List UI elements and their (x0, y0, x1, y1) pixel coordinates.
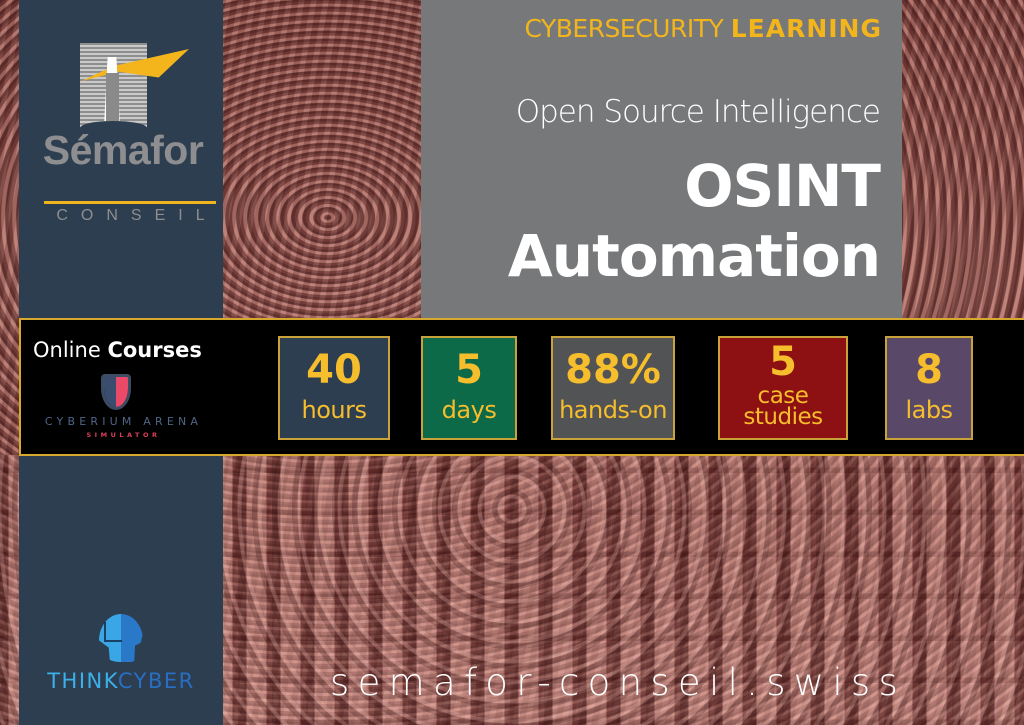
stat-labs: 8 labs (885, 336, 973, 440)
kicker-regular: CYBERSECURITY (524, 14, 724, 43)
online-courses-label: Online Courses (33, 338, 202, 362)
stat-hands-on: 88% hands-on (551, 336, 675, 440)
thinkcyber-cyber: CYBER (117, 669, 195, 693)
stat-case-studies: 5 case studies (718, 336, 848, 440)
stat-days: 5 days (421, 336, 517, 440)
kicker-heading: CYBERSECURITY LEARNING (524, 14, 882, 43)
stat-label: days (441, 396, 497, 424)
semafor-wordmark: Sémafor (42, 127, 204, 173)
stat-value: 5 (455, 347, 483, 393)
thinkcyber-logo[interactable]: THINKCYBER (19, 669, 223, 693)
online-regular: Online (33, 338, 101, 362)
cyberium-arena-logo-text[interactable]: CYBERIUM ARENA (21, 415, 226, 428)
logo-divider (44, 201, 216, 204)
conseil-wordmark: CONSEIL (56, 207, 218, 224)
stat-value: 5 (769, 339, 797, 385)
kicker-bold: LEARNING (730, 14, 882, 43)
online-bold: Courses (107, 338, 202, 362)
website-link[interactable]: semafor-conseil.swiss (330, 661, 906, 704)
stat-hours: 40 hours (278, 336, 390, 440)
stat-label: labs (905, 396, 953, 424)
semafor-logo[interactable]: Sémafor CONSEIL (19, 35, 223, 224)
course-subtitle: Open Source Intelligence (515, 94, 881, 130)
stat-label-line-2: studies (743, 404, 823, 431)
stat-label: case studies (743, 384, 823, 431)
title-panel: CYBERSECURITY LEARNING Open Source Intel… (421, 0, 902, 318)
stats-band: Online Courses CYBERIUM ARENA SIMULATOR … (19, 318, 1024, 456)
shield-icon (101, 374, 131, 410)
stat-value: 8 (915, 347, 943, 393)
cyberium-simulator-text: SIMULATOR (86, 431, 161, 439)
lighthouse-tower-shade (106, 73, 119, 121)
circuit-icon (104, 622, 122, 642)
shield-right-half (116, 377, 128, 407)
course-title-line-1: OSINT (684, 152, 881, 220)
course-title-line-2: Automation (507, 222, 881, 290)
stat-label: hands-on (559, 396, 667, 424)
shield-left-half (104, 377, 116, 407)
stat-value: 40 (306, 347, 362, 393)
thinkcyber-think: THINK (47, 669, 118, 693)
stat-value: 88% (565, 347, 661, 393)
stat-label: hours (301, 396, 367, 424)
